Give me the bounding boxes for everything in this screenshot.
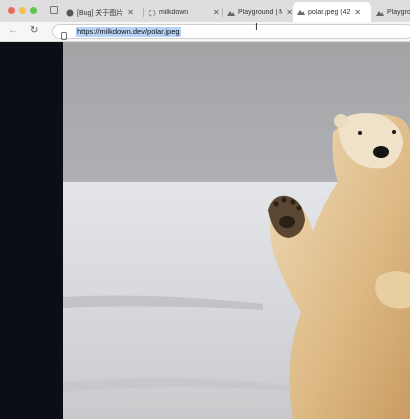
tab-label: Playground | M [238,9,283,16]
tab-strip: [Bug] 关于图片 ✕ milkdown ✕ Playground | M ✕… [0,0,410,23]
tab-label: milkdown [159,9,189,16]
tab-label: polar.jpeg (42 [308,8,351,16]
polar-bear-image [63,42,410,419]
sidebar-toggle-icon[interactable] [50,6,58,14]
tab-bug-report[interactable]: [Bug] 关于图片 ✕ [62,3,142,22]
browser-toolbar: ← ↻ https://milkdown.dev/polar.jpeg [0,22,410,42]
loading-icon [148,9,156,17]
milkdown-logo-icon [297,8,305,16]
text-cursor-icon: I [255,22,258,33]
page-content [0,42,410,419]
tab-label: Playgro [387,9,410,16]
close-icon[interactable]: ✕ [127,8,134,17]
close-icon[interactable]: ✕ [213,8,220,17]
reload-icon[interactable]: ↻ [30,25,38,36]
page-info-icon[interactable] [61,27,67,40]
milkdown-logo-icon [227,9,235,17]
tab-milkdown[interactable]: milkdown ✕ [144,3,222,22]
milkdown-logo-icon [376,9,384,17]
close-icon[interactable]: ✕ [354,8,361,17]
address-bar[interactable]: https://milkdown.dev/polar.jpeg [52,24,410,40]
window-zoom-button[interactable] [30,7,37,14]
github-icon [66,9,74,17]
window-close-button[interactable] [8,7,15,14]
tab-playground-2[interactable]: Playgro [372,3,410,22]
close-icon[interactable]: ✕ [286,8,293,17]
back-arrow-icon[interactable]: ← [8,25,18,36]
tab-polar-image[interactable]: polar.jpeg (42 ✕ [293,2,371,22]
window-minimize-button[interactable] [19,7,26,14]
tab-playground[interactable]: Playground | M ✕ [223,3,293,22]
address-url[interactable]: https://milkdown.dev/polar.jpeg [76,27,181,37]
tab-label: [Bug] 关于图片 [77,9,124,17]
